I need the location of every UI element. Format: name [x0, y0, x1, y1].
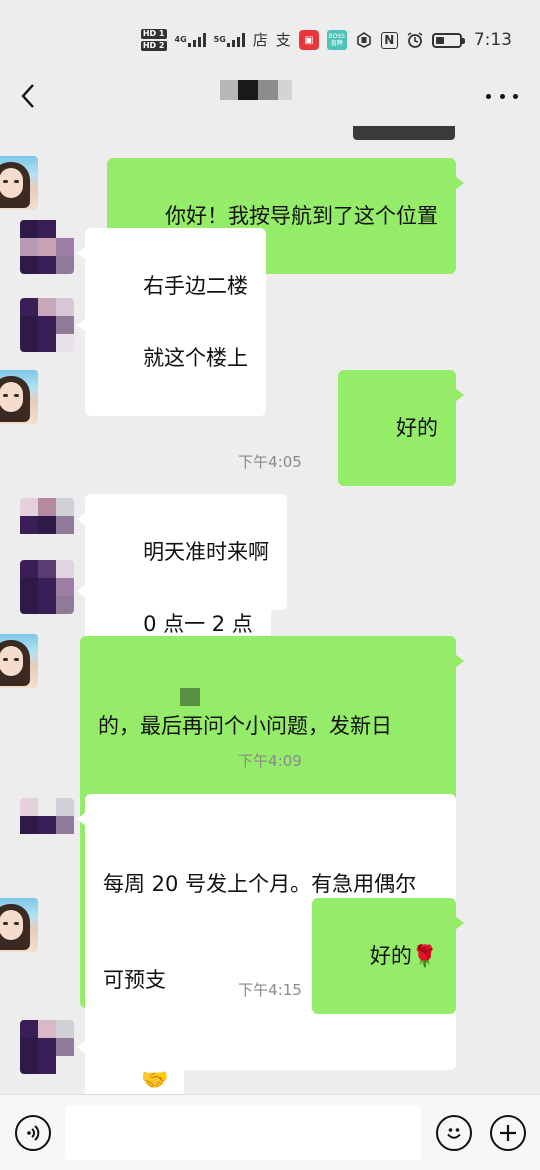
- message-text: 右手边二楼: [143, 274, 249, 298]
- message-row-sent: 你好！我按导航到了这个位置: [0, 156, 540, 274]
- redaction-square: [180, 688, 200, 706]
- timestamp: 下午4:09: [238, 752, 302, 770]
- hd2-label: HD 2: [140, 41, 167, 51]
- more-options-icon[interactable]: [486, 84, 518, 108]
- message-input[interactable]: [65, 1106, 421, 1160]
- message-row-received: 明天准时来啊: [0, 494, 540, 610]
- my-avatar[interactable]: [0, 898, 38, 952]
- message-text-line1: 每周 20 号发上个月。有急用偶尔: [103, 872, 417, 896]
- smiley-icon: [447, 1128, 461, 1139]
- message-text: 就这个楼上: [143, 346, 249, 370]
- my-avatar[interactable]: [0, 370, 38, 424]
- hd-indicator: HD 1 HD 2: [140, 28, 167, 52]
- message-row-sent: 好的🌹: [0, 898, 540, 1014]
- contact-avatar[interactable]: [20, 220, 74, 274]
- contact-avatar[interactable]: [20, 498, 74, 552]
- contact-avatar[interactable]: [20, 560, 74, 614]
- nfc-icon: N: [380, 31, 398, 49]
- message-row-received: 右手边二楼: [0, 220, 540, 344]
- net2-label: 5G: [213, 35, 226, 44]
- battery-icon: [431, 32, 465, 48]
- net1-label: 4G: [174, 35, 187, 44]
- message-text: 好的: [369, 944, 412, 968]
- contact-name-redacted: [220, 80, 312, 106]
- chat-header: [0, 78, 540, 126]
- voice-input-button[interactable]: [15, 1115, 51, 1151]
- message-list[interactable]: 你好！我按导航到了这个位置 右手边二楼 就这个楼上 好的 下午4:05 明天准时…: [0, 126, 540, 1094]
- message-row-received: 🤝: [0, 1020, 540, 1094]
- message-text-line1: 的，最后再问个小问题，发新日: [98, 714, 392, 738]
- back-icon[interactable]: [14, 82, 42, 110]
- more-actions-button[interactable]: [490, 1115, 526, 1151]
- message-text: 0 点一 2 点: [143, 612, 253, 636]
- input-bar: [0, 1094, 540, 1170]
- image-message-peek[interactable]: [353, 126, 455, 140]
- contact-avatar[interactable]: [20, 298, 74, 352]
- message-row-sent: 好的: [0, 370, 540, 486]
- hand-icon: [355, 31, 373, 49]
- hd1-label: HD 1: [140, 29, 167, 39]
- message-row-received: 0 点一 2 点: [0, 560, 540, 682]
- red-app-icon: ▣: [298, 30, 319, 50]
- message-row-received: 每周 20 号发上个月。有急用偶尔 可预支: [0, 794, 540, 1070]
- rose-emoji: 🌹: [411, 944, 438, 968]
- shop-icon: 店: [252, 30, 268, 49]
- timestamp: 下午4:05: [238, 453, 302, 471]
- battery-fill: [435, 36, 444, 44]
- handshake-emoji: 🤝: [141, 1068, 169, 1093]
- message-row-sent: 的，最后再问个小问题，发新日 几号❤❤😁: [0, 634, 540, 1008]
- alipay-icon: 支: [275, 30, 291, 49]
- my-avatar[interactable]: [0, 156, 38, 210]
- signal-5g-icon: 5G: [214, 33, 245, 47]
- status-icons: HD 1 HD 2 4G 5G 店 支 ▣ BOSS 直聘 N 7:13: [140, 26, 512, 54]
- my-avatar[interactable]: [0, 634, 38, 688]
- plus-icon: [500, 1125, 516, 1141]
- message-text: 好的: [396, 416, 438, 440]
- voice-icon: [27, 1125, 40, 1141]
- contact-avatar[interactable]: [20, 798, 74, 852]
- emoji-button[interactable]: [436, 1115, 472, 1151]
- contact-avatar[interactable]: [20, 1020, 74, 1074]
- timestamp: 下午4:15: [238, 981, 302, 999]
- status-bar: HD 1 HD 2 4G 5G 店 支 ▣ BOSS 直聘 N 7:13: [0, 0, 540, 78]
- signal-4g-icon: 4G: [175, 33, 206, 47]
- alarm-icon: [406, 31, 424, 49]
- message-bubble-received[interactable]: 🤝: [76, 1022, 185, 1094]
- boss-app-icon: BOSS 直聘: [326, 30, 347, 50]
- message-row-received: 就这个楼上: [0, 298, 540, 416]
- clock: 7:13: [473, 30, 512, 50]
